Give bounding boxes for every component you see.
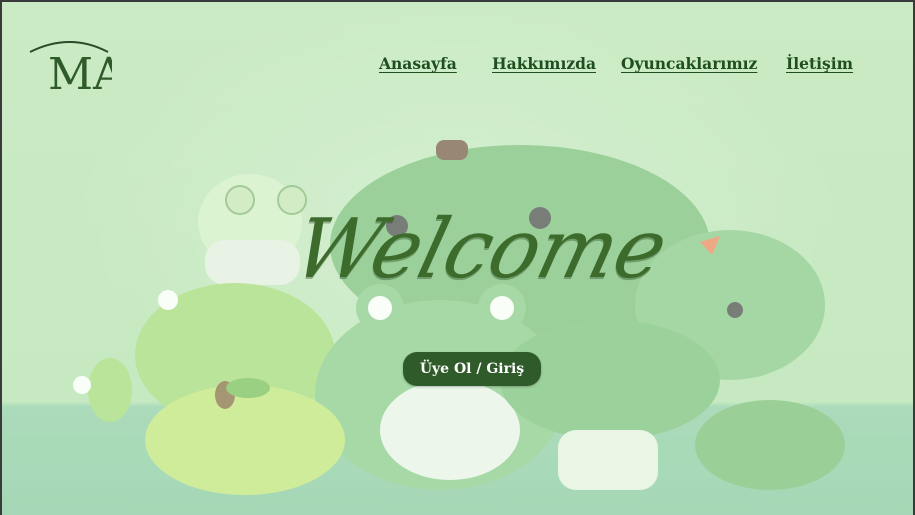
window-border: [0, 0, 915, 515]
